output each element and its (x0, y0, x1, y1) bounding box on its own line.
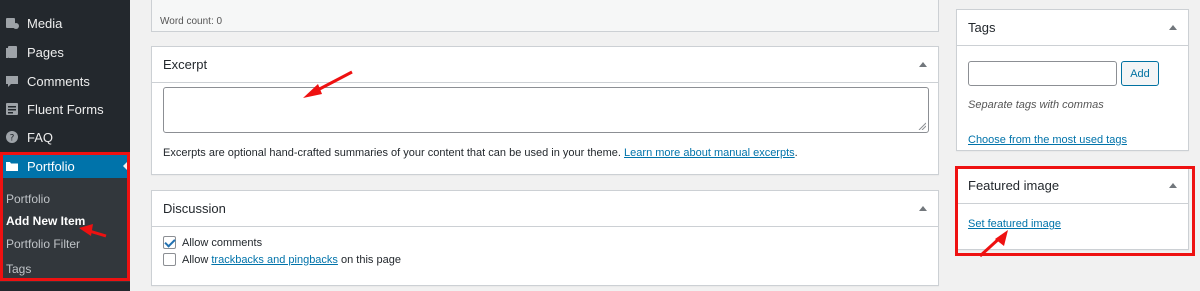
sidebar-item-label: Pages (27, 44, 64, 60)
choose-tags-link[interactable]: Choose from the most used tags (968, 134, 1127, 146)
excerpt-textarea[interactable] (163, 87, 929, 133)
comments-icon (6, 76, 18, 87)
excerpt-header: Excerpt (152, 47, 938, 83)
sidebar-item-faq[interactable]: ? FAQ (0, 123, 130, 151)
sidebar-item-label: Comments (27, 73, 90, 89)
featured-image-title: Featured image (968, 178, 1060, 193)
allow-comments-row: Allow comments (163, 236, 262, 249)
sidebar-item-label: Portfolio (27, 158, 75, 174)
media-icon (6, 18, 19, 29)
learn-more-link[interactable]: Learn more about manual excerpts (624, 147, 795, 159)
featured-image-box: Featured image Set featured image (956, 167, 1189, 250)
word-count-bar: Word count: 0 (151, 0, 939, 32)
resize-grip-icon[interactable] (918, 122, 926, 130)
sidebar-item-label: Fluent Forms (27, 101, 104, 117)
tags-title: Tags (968, 20, 996, 35)
submenu-item-tags[interactable]: Tags (6, 262, 31, 276)
allow-pings-prefix: Allow (182, 253, 209, 266)
discussion-header: Discussion (152, 191, 938, 227)
sidebar-item-comments[interactable]: Comments (0, 67, 130, 95)
sidebar-item-fluent-forms[interactable]: Fluent Forms (0, 95, 130, 123)
word-count: Word count: 0 (160, 16, 223, 27)
excerpt-help-text: Excerpts are optional hand-crafted summa… (163, 147, 621, 159)
portfolio-submenu: Portfolio Add New Item Portfolio Filter … (0, 178, 130, 282)
sidebar-item-label: Media (27, 15, 63, 31)
submenu-item-add-new[interactable]: Add New Item (6, 214, 85, 228)
add-tag-button[interactable]: Add (1121, 61, 1159, 86)
discussion-title: Discussion (163, 201, 226, 216)
tags-header: Tags (957, 10, 1188, 46)
admin-sidebar: Media Pages Comments Fluent Forms ? FAQ … (0, 0, 130, 291)
submenu-item-portfolio-filter[interactable]: Portfolio Filter (6, 237, 80, 251)
svg-text:?: ? (10, 134, 15, 144)
tag-input[interactable] (968, 61, 1117, 86)
featured-image-header: Featured image (957, 168, 1188, 204)
sidebar-item-label: FAQ (27, 129, 54, 145)
sidebar-item-media[interactable]: Media (0, 9, 130, 37)
discussion-box: Discussion Allow comments Allow trackbac… (151, 190, 939, 286)
excerpt-box: Excerpt Excerpts are optional hand-craft… (151, 46, 939, 175)
tag-hint: Separate tags with commas (968, 99, 1104, 111)
allow-pings-row: Allow trackbacks and pingbacks on this p… (163, 253, 401, 266)
trackbacks-link[interactable]: trackbacks and pingbacks (211, 254, 338, 266)
sidebar-item-pages[interactable]: Pages (0, 38, 130, 66)
excerpt-help-end: . (794, 147, 798, 159)
forms-icon (6, 103, 18, 115)
excerpt-help: Excerpts are optional hand-crafted summa… (163, 147, 798, 159)
faq-icon: ? (6, 131, 18, 144)
excerpt-title: Excerpt (163, 57, 208, 72)
submenu-item-portfolio[interactable]: Portfolio (6, 192, 50, 206)
set-featured-image-link[interactable]: Set featured image (968, 218, 1061, 230)
collapse-arrow-icon[interactable] (1169, 183, 1177, 188)
collapse-arrow-icon[interactable] (919, 62, 927, 67)
sidebar-item-portfolio[interactable]: Portfolio (0, 152, 130, 180)
allow-pings-suffix: on this page (341, 253, 401, 266)
allow-comments-label: Allow comments (182, 236, 263, 249)
folder-icon (6, 162, 18, 171)
tags-box: Tags Add Separate tags with commas Choos… (956, 9, 1189, 151)
allow-pings-checkbox[interactable] (163, 253, 176, 266)
pages-icon (6, 46, 17, 58)
collapse-arrow-icon[interactable] (1169, 25, 1177, 30)
collapse-arrow-icon[interactable] (919, 206, 927, 211)
allow-comments-checkbox[interactable] (163, 236, 176, 249)
